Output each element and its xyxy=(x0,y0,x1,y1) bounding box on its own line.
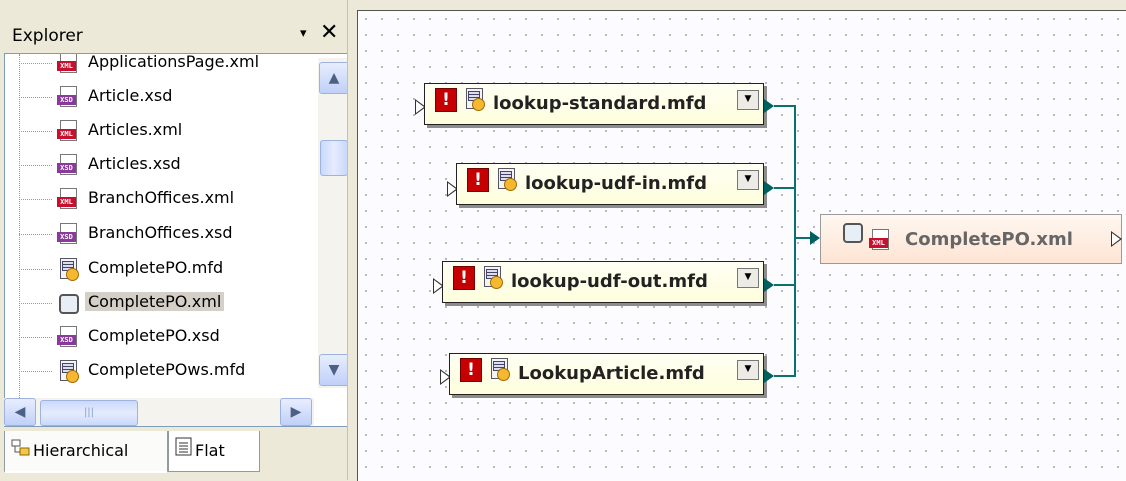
output-connector-icon[interactable] xyxy=(764,99,774,113)
vertical-scrollbar[interactable]: ▲ ▼ xyxy=(318,58,349,388)
output-connector-icon[interactable] xyxy=(764,278,774,292)
xsd-file-icon: XSD xyxy=(57,154,79,176)
xml-file-icon: XML xyxy=(869,229,889,251)
tree-item[interactable]: CompletePO.mfd xyxy=(5,252,315,286)
target-component[interactable]: XML CompletePO.xml xyxy=(820,214,1122,264)
tree-item-label: Article.xsd xyxy=(88,86,173,105)
xsd-file-icon: XSD xyxy=(57,326,79,348)
mapping-canvas[interactable]: ! lookup-standard.mfd ▼ ! lookup-udf-in.… xyxy=(357,10,1126,481)
dropdown-arrow-icon[interactable]: ▼ xyxy=(737,170,759,190)
error-icon: ! xyxy=(460,358,482,382)
tree-item-label: CompletePOws.mfd xyxy=(88,360,246,379)
tab-label: Hierarchical xyxy=(33,441,129,460)
error-icon: ! xyxy=(467,168,489,192)
list-icon xyxy=(175,432,193,472)
hierarchy-icon xyxy=(11,432,31,472)
component-label: lookup-udf-out.mfd xyxy=(511,271,708,292)
pin-dropdown-icon[interactable]: ▾ xyxy=(300,26,307,41)
vertical-scroll-thumb[interactable] xyxy=(320,140,348,176)
tree-item-label: CompletePO.mfd xyxy=(88,258,224,277)
tree-item[interactable]: XSD BranchOffices.xsd xyxy=(5,217,315,251)
close-icon[interactable]: ✕ xyxy=(320,20,338,45)
target-label: CompletePO.xml xyxy=(905,229,1073,250)
mapping-component[interactable]: ! lookup-udf-in.mfd ▼ xyxy=(456,163,764,205)
mapping-component[interactable]: ! LookupArticle.mfd ▼ xyxy=(449,353,764,395)
scroll-right-arrow-icon[interactable]: ▶ xyxy=(280,398,312,426)
dropdown-arrow-icon[interactable]: ▼ xyxy=(737,268,759,288)
scroll-left-arrow-icon[interactable]: ◀ xyxy=(4,398,36,426)
dropdown-arrow-icon[interactable]: ▼ xyxy=(737,360,759,380)
tree-item-label: Articles.xml xyxy=(88,120,183,139)
tree-item-selected[interactable]: CompletePO.xml xyxy=(5,286,315,320)
scroll-up-arrow-icon[interactable]: ▲ xyxy=(319,62,349,94)
output-connector-icon[interactable] xyxy=(764,369,774,383)
tree-item-label: ApplicationsPage.xml xyxy=(88,53,260,71)
wsdl-file-icon xyxy=(841,221,863,243)
component-label: LookupArticle.mfd xyxy=(518,363,705,384)
tree-item[interactable]: XML ApplicationsPage.xml xyxy=(5,53,315,80)
explorer-panel: Explorer ▾ ✕ XML ApplicationsPage.xml XS… xyxy=(0,0,350,480)
tab-label: Flat xyxy=(195,441,225,460)
explorer-header: Explorer ▾ ✕ xyxy=(4,18,347,52)
wsdl-file-icon xyxy=(57,292,79,314)
mapping-file-icon xyxy=(463,88,485,111)
horizontal-scroll-thumb[interactable]: ||| xyxy=(40,400,138,426)
tree-item[interactable]: CompletePOws.mfd xyxy=(5,354,315,388)
xml-file-icon: XML xyxy=(57,54,79,74)
xml-file-icon: XML xyxy=(57,120,79,142)
explorer-tree: XML ApplicationsPage.xml XSD Article.xsd… xyxy=(4,53,350,427)
explorer-title: Explorer xyxy=(12,26,83,46)
mapping-file-icon xyxy=(495,168,517,191)
tree-item-label: BranchOffices.xsd xyxy=(88,223,233,242)
dropdown-arrow-icon[interactable]: ▼ xyxy=(737,90,759,110)
tree-item-label: Articles.xsd xyxy=(88,154,181,173)
mapping-file-icon xyxy=(57,360,79,383)
tree-item-label: CompletePO.xsd xyxy=(88,326,220,345)
mapping-file-icon xyxy=(481,266,503,289)
tree-item[interactable]: XSD Article.xsd xyxy=(5,80,315,114)
xsd-file-icon: XSD xyxy=(57,223,79,245)
mapping-file-icon xyxy=(57,258,79,281)
tree-item[interactable]: XSD CompletePO.xsd xyxy=(5,320,315,354)
mapping-component[interactable]: ! lookup-udf-out.mfd ▼ xyxy=(442,261,764,303)
xml-file-icon: XML xyxy=(57,188,79,210)
tree-item[interactable]: XSD Articles.xsd xyxy=(5,148,315,182)
output-connector-icon[interactable] xyxy=(764,181,774,195)
scroll-down-arrow-icon[interactable]: ▼ xyxy=(319,354,349,386)
tree-item-label: CompletePO.xml xyxy=(85,292,225,311)
tree-item[interactable]: XML Articles.xml xyxy=(5,114,315,148)
component-label: lookup-standard.mfd xyxy=(493,93,707,114)
output-connector-icon[interactable] xyxy=(1111,231,1122,247)
tree-item-label: BranchOffices.xml xyxy=(88,188,235,207)
mapping-file-icon xyxy=(488,358,510,381)
error-icon: ! xyxy=(453,266,475,290)
mapping-component[interactable]: ! lookup-standard.mfd ▼ xyxy=(424,83,764,125)
tab-flat[interactable]: Flat xyxy=(168,431,260,472)
component-label: lookup-udf-in.mfd xyxy=(525,173,708,194)
tree-item[interactable]: XML BranchOffices.xml xyxy=(5,182,315,216)
tab-hierarchical[interactable]: Hierarchical xyxy=(4,431,168,473)
horizontal-scrollbar[interactable]: ◀ ||| ▶ xyxy=(4,398,314,426)
error-icon: ! xyxy=(435,88,457,112)
xsd-file-icon: XSD xyxy=(57,86,79,108)
